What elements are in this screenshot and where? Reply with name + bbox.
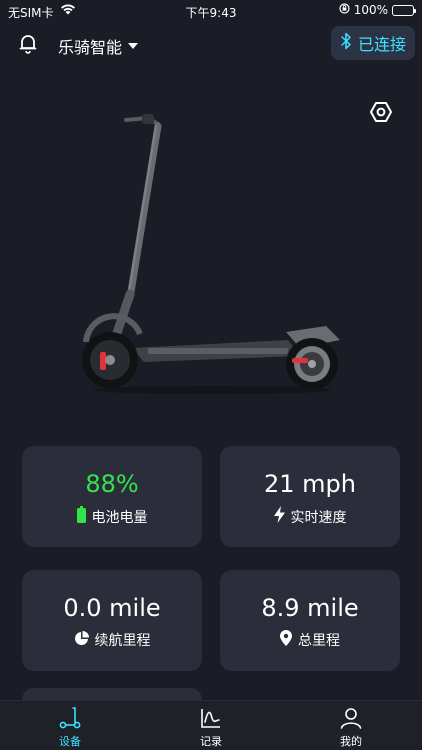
brand-name: 乐骑智能: [58, 38, 123, 57]
connect-status-label: 已连接: [357, 35, 406, 54]
bell-icon[interactable]: [17, 32, 39, 54]
range-card: 0.0 mile 续航里程: [22, 570, 202, 671]
speed-value: 21 mph: [264, 470, 356, 498]
tab-mine[interactable]: 我的: [311, 706, 391, 749]
speed-card: 21 mph 实时速度: [220, 446, 400, 547]
bluetooth-icon: [340, 32, 352, 54]
bottom-tab-bar: 设备 记录 我的: [0, 700, 422, 750]
range-value: 0.0 mile: [63, 594, 161, 622]
speed-label-row: 实时速度: [220, 506, 400, 527]
device-selector[interactable]: 乐骑智能: [58, 34, 139, 58]
scooter-icon: [30, 706, 110, 730]
tab-device[interactable]: 设备: [30, 706, 110, 749]
location-pin-icon: [280, 630, 292, 650]
range-label-row: 续航里程: [22, 630, 202, 650]
total-mileage-card: 8.9 mile 总里程: [220, 570, 400, 671]
total-mileage-label: 总里程: [298, 633, 340, 649]
lightning-icon: [273, 506, 285, 527]
tab-device-label: 设备: [59, 735, 81, 748]
bluetooth-connect-button[interactable]: 已连接: [331, 26, 415, 60]
total-mileage-label-row: 总里程: [220, 630, 400, 650]
range-label: 续航里程: [94, 633, 151, 649]
battery-icon: [76, 506, 86, 527]
status-bar: 无SIM卡 下午9:43 100%: [0, 0, 422, 22]
battery-level-card: 88% 电池电量: [22, 446, 202, 547]
orientation-lock-icon: [339, 3, 350, 17]
app-header: 乐骑智能 已连接: [0, 26, 422, 62]
line-chart-icon: [171, 706, 251, 730]
total-mileage-value: 8.9 mile: [261, 594, 359, 622]
tab-records-label: 记录: [200, 735, 222, 748]
settings-hexagon-icon[interactable]: [369, 100, 393, 124]
tab-records[interactable]: 记录: [171, 706, 251, 749]
user-icon: [311, 706, 391, 730]
pie-chart-icon: [74, 630, 89, 650]
tab-mine-label: 我的: [340, 735, 362, 748]
scooter-image: [78, 108, 346, 398]
battery-level-value: 88%: [85, 470, 139, 498]
battery-percent: 100%: [353, 3, 388, 17]
battery-level-label-row: 电池电量: [22, 506, 202, 527]
caret-down-icon: [128, 43, 139, 49]
speed-label: 实时速度: [290, 509, 347, 526]
battery-level-label: 电池电量: [91, 509, 148, 526]
status-battery-icon: [392, 4, 416, 16]
